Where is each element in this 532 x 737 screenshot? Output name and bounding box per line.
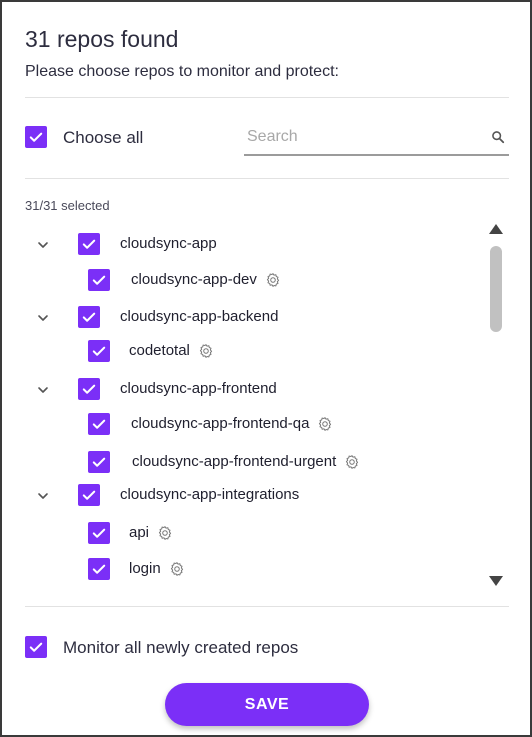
check-icon: [92, 346, 106, 356]
gear-icon[interactable]: [344, 454, 360, 470]
scroll-thumb[interactable]: [490, 246, 502, 332]
gear-icon[interactable]: [157, 525, 173, 541]
choose-all-label: Choose all: [63, 128, 144, 147]
repo-checkbox[interactable]: [88, 522, 110, 544]
search-field[interactable]: [244, 122, 509, 156]
repo-list: cloudsync-app cloudsync-app-dev cloudsync-…: [25, 220, 485, 592]
repo-checkbox[interactable]: [88, 558, 110, 580]
scrollbar[interactable]: [485, 220, 507, 592]
repo-label: cloudsync-app-frontend: [120, 380, 277, 397]
repo-label: codetotal: [129, 342, 190, 359]
chevron-down-icon[interactable]: [36, 383, 50, 397]
chevron-down-icon[interactable]: [36, 238, 50, 252]
divider: [25, 606, 509, 607]
check-icon: [92, 419, 106, 429]
chevron-down-icon[interactable]: [36, 489, 50, 503]
repo-row[interactable]: cloudsync-app-integrations: [25, 482, 485, 510]
repo-label: cloudsync-app-frontend-urgent: [132, 453, 337, 470]
chevron-down-icon[interactable]: [36, 311, 50, 325]
check-icon: [82, 239, 96, 249]
repo-checkbox[interactable]: [78, 378, 100, 400]
repo-label: cloudsync-app-dev: [131, 271, 257, 288]
check-icon: [92, 275, 106, 285]
monitor-new-repos-label: Monitor all newly created repos: [63, 638, 299, 657]
divider: [25, 178, 509, 179]
repo-checkbox[interactable]: [88, 413, 110, 435]
scroll-down-arrow-icon[interactable]: [489, 576, 503, 586]
repo-label: cloudsync-app: [120, 235, 217, 252]
repo-row[interactable]: cloudsync-app-backend: [25, 304, 485, 332]
repo-label: cloudsync-app-integrations: [120, 486, 300, 503]
repo-checkbox[interactable]: [78, 484, 100, 506]
repo-row[interactable]: cloudsync-app-frontend-qa: [25, 411, 485, 439]
repo-row[interactable]: cloudsync-app: [25, 231, 485, 259]
gear-icon[interactable]: [198, 343, 214, 359]
repo-label: cloudsync-app-frontend-qa: [131, 415, 310, 432]
monitor-new-repos-checkbox[interactable]: [25, 636, 47, 658]
divider: [25, 97, 509, 98]
repo-row[interactable]: codetotal: [25, 338, 485, 366]
check-icon: [29, 132, 43, 142]
gear-icon[interactable]: [265, 272, 281, 288]
repo-label: api: [129, 524, 150, 541]
check-icon: [82, 490, 96, 500]
check-icon: [92, 528, 106, 538]
search-input[interactable]: [244, 122, 474, 152]
repo-label: cloudsync-app-backend: [120, 308, 279, 325]
check-icon: [92, 564, 106, 574]
repo-selection-dialog: 31 repos found Please choose repos to mo…: [0, 0, 532, 737]
scroll-up-arrow-icon[interactable]: [489, 224, 503, 234]
repo-row[interactable]: cloudsync-app-frontend: [25, 376, 485, 404]
gear-icon[interactable]: [169, 561, 185, 577]
check-icon: [29, 642, 43, 652]
search-icon[interactable]: [491, 130, 505, 144]
check-icon: [82, 384, 96, 394]
dialog-subtitle: Please choose repos to monitor and prote…: [25, 63, 339, 80]
choose-all-checkbox[interactable]: [25, 126, 47, 148]
repo-row[interactable]: cloudsync-app-frontend-urgent: [25, 449, 485, 477]
check-icon: [82, 312, 96, 322]
save-button[interactable]: SAVE: [165, 683, 369, 726]
check-icon: [92, 457, 106, 467]
gear-icon[interactable]: [317, 416, 333, 432]
selected-count: 31/31 selected: [25, 198, 110, 213]
repo-row[interactable]: login: [25, 556, 485, 584]
repo-checkbox[interactable]: [78, 306, 100, 328]
repo-label: login: [129, 560, 161, 577]
repo-checkbox[interactable]: [78, 233, 100, 255]
repo-row[interactable]: api: [25, 520, 485, 548]
repo-row[interactable]: cloudsync-app-dev: [25, 267, 485, 295]
dialog-title: 31 repos found: [25, 26, 179, 52]
repo-checkbox[interactable]: [88, 340, 110, 362]
repo-checkbox[interactable]: [88, 269, 110, 291]
repo-checkbox[interactable]: [88, 451, 110, 473]
